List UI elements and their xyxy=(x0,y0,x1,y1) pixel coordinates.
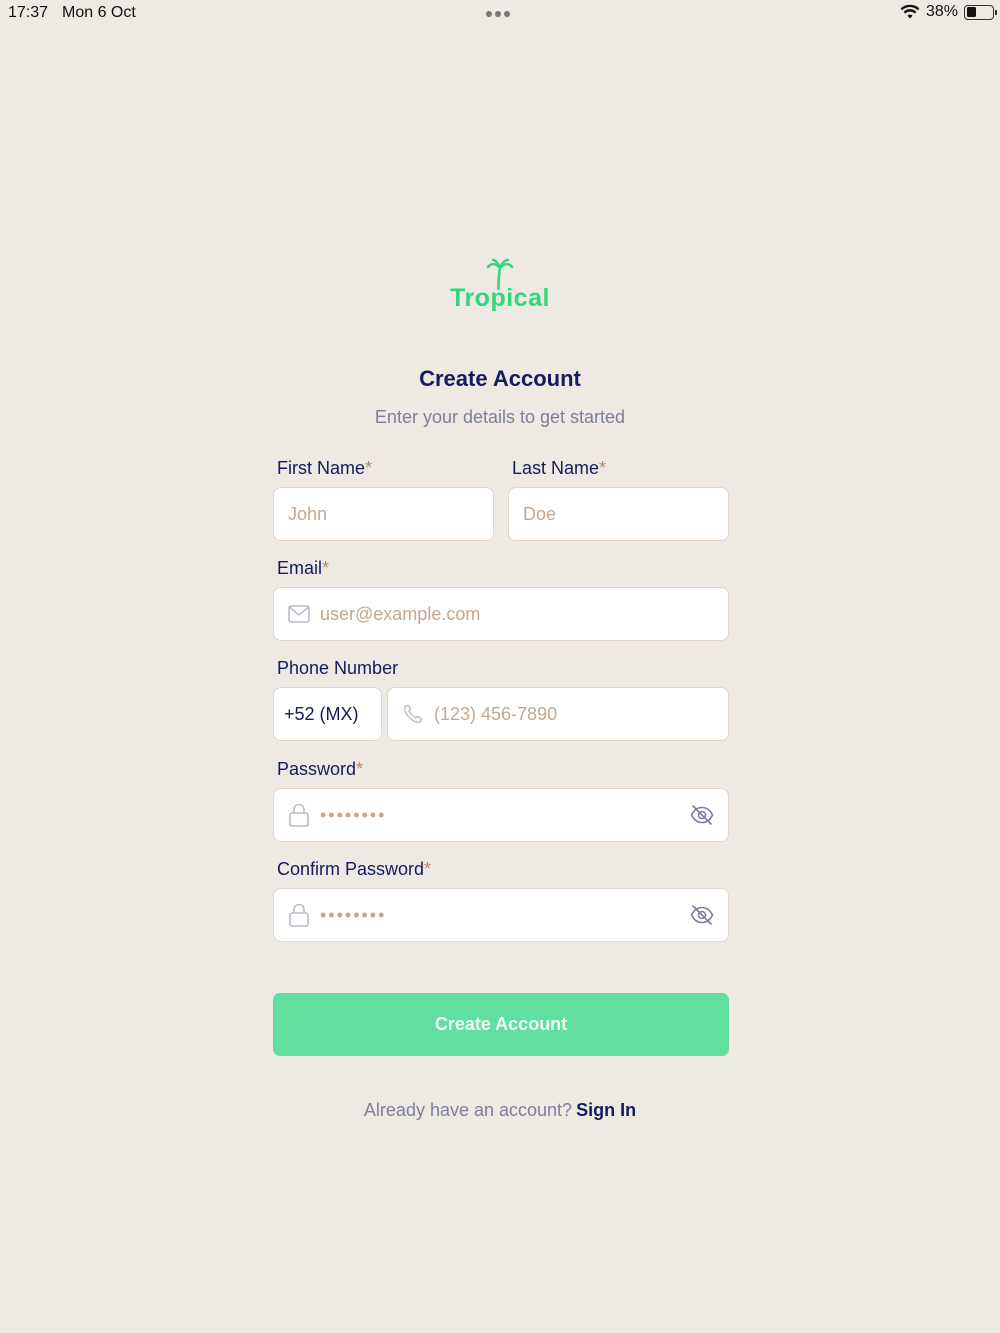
last-name-label: Last Name* xyxy=(512,458,607,478)
required-mark: * xyxy=(356,759,364,779)
lock-icon xyxy=(288,803,310,827)
multitasking-dots-icon[interactable] xyxy=(486,4,513,22)
email-placeholder: user@example.com xyxy=(320,603,481,624)
email-label: Email* xyxy=(277,558,330,578)
battery-percent: 38% xyxy=(925,3,958,20)
page-subtitle: Enter your details to get started xyxy=(374,407,626,427)
status-right: 38% xyxy=(900,3,997,21)
sign-in-link[interactable]: Sign In xyxy=(576,1100,636,1120)
first-name-placeholder: John xyxy=(288,503,328,524)
last-name-input[interactable]: Doe xyxy=(508,487,729,541)
required-mark: * xyxy=(599,458,607,478)
phone-placeholder: (123) 456-7890 xyxy=(434,703,558,724)
email-input[interactable]: user@example.com xyxy=(273,587,729,641)
status-date: Mon 6 Oct xyxy=(62,4,136,21)
password-input[interactable]: •••••••• xyxy=(273,788,729,842)
phone-input[interactable]: (123) 456-7890 xyxy=(387,687,729,741)
brand-name: Tropical xyxy=(450,284,550,312)
mail-icon xyxy=(288,605,310,623)
battery-icon xyxy=(964,4,997,20)
eye-off-icon[interactable] xyxy=(690,804,714,831)
required-mark: * xyxy=(365,458,373,478)
last-name-placeholder: Doe xyxy=(523,503,557,524)
password-value: •••••••• xyxy=(320,804,387,825)
phone-label: Phone Number xyxy=(277,658,399,678)
create-account-button[interactable]: Create Account xyxy=(273,993,729,1056)
required-mark: * xyxy=(322,558,330,578)
confirm-password-label: Confirm Password* xyxy=(277,859,432,879)
country-code-value: +52 (MX) xyxy=(284,703,359,724)
status-time: 17:37 xyxy=(8,4,49,21)
confirm-password-input[interactable]: •••••••• xyxy=(273,888,729,942)
signin-prompt: Already have an account? Sign In xyxy=(0,1100,1000,1121)
first-name-input[interactable]: John xyxy=(273,487,494,541)
eye-off-icon[interactable] xyxy=(690,904,714,931)
status-bar: 17:37 Mon 6 Oct 38% xyxy=(0,0,1000,28)
first-name-label: First Name* xyxy=(277,458,373,478)
password-label: Password* xyxy=(277,759,364,779)
lock-icon xyxy=(288,903,310,927)
wifi-icon xyxy=(900,4,920,19)
required-mark: * xyxy=(424,859,432,879)
confirm-password-value: •••••••• xyxy=(320,904,387,925)
country-code-select[interactable]: +52 (MX) xyxy=(273,687,382,741)
phone-icon xyxy=(402,703,424,725)
signin-question: Already have an account? xyxy=(363,1100,573,1120)
page-title: Create Account xyxy=(419,366,581,391)
brand-logo: Tropical xyxy=(0,258,1000,313)
